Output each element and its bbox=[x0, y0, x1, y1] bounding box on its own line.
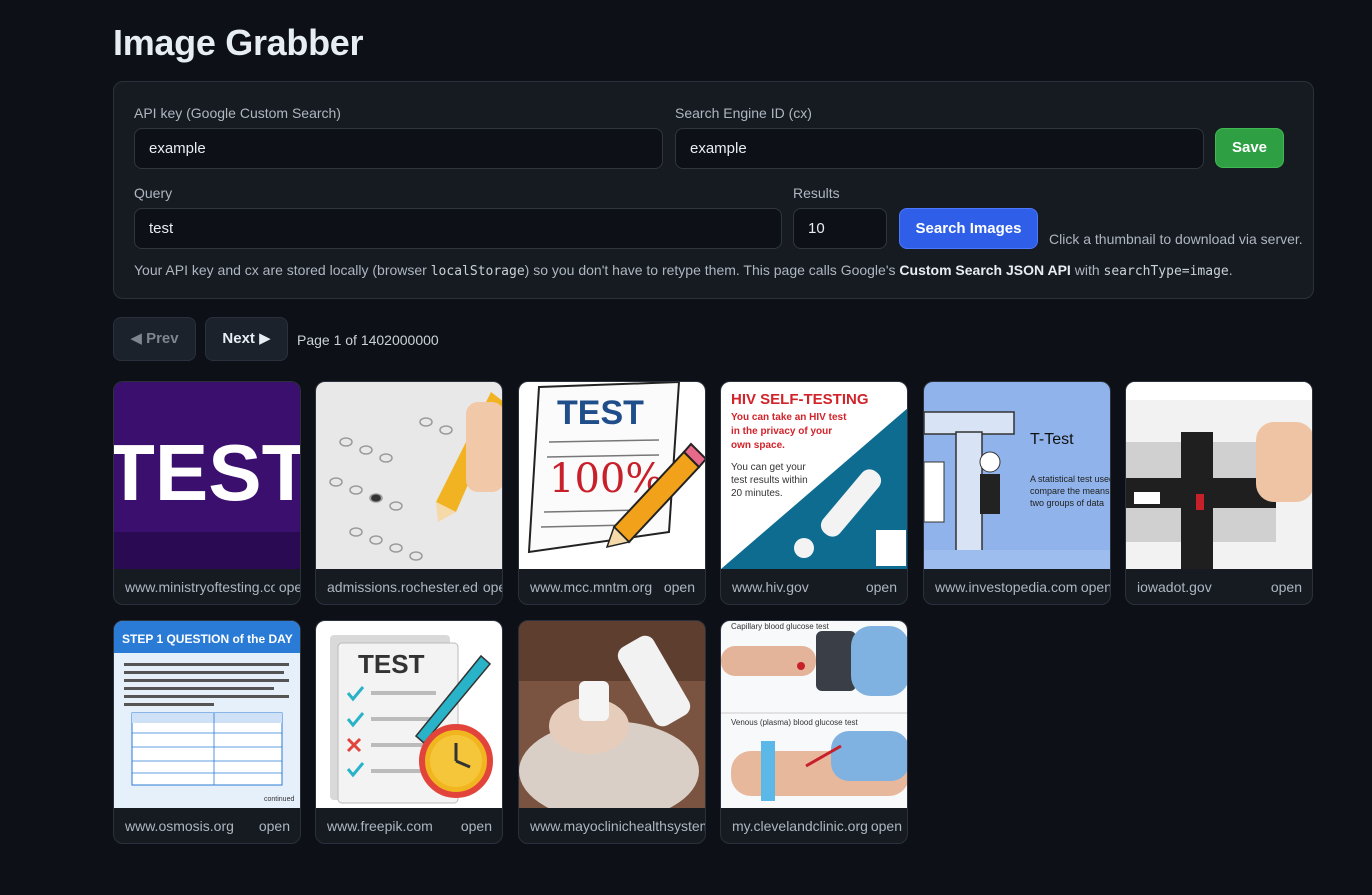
result-thumbnail[interactable]: TEST bbox=[316, 621, 502, 808]
open-link[interactable]: open bbox=[1076, 569, 1110, 604]
svg-text:A statistical test used to: A statistical test used to bbox=[1030, 474, 1111, 484]
result-thumbnail[interactable]: STEP 1 QUESTION of the DAY continued bbox=[114, 621, 300, 808]
svg-text:continued: continued bbox=[264, 796, 294, 803]
open-link[interactable]: open bbox=[1266, 569, 1302, 604]
open-link[interactable]: open bbox=[254, 808, 290, 843]
svg-text:You can get your: You can get your bbox=[731, 462, 806, 473]
result-thumbnail[interactable] bbox=[316, 382, 502, 569]
page-title: Image Grabber bbox=[113, 22, 364, 63]
note-code-searchtype: searchType=image bbox=[1103, 264, 1229, 279]
thumb-text: T-Test bbox=[1030, 431, 1074, 448]
query-input[interactable]: test bbox=[134, 208, 782, 249]
svg-text:Venous (plasma) blood glucose: Venous (plasma) blood glucose test bbox=[731, 718, 859, 727]
result-card[interactable]: Capillary blood glucose test Venous (pla… bbox=[720, 620, 908, 844]
svg-text:compare the means of: compare the means of bbox=[1030, 486, 1111, 496]
prev-button[interactable]: ◀ Prev bbox=[113, 317, 196, 361]
svg-text:own space.: own space. bbox=[731, 440, 785, 451]
open-link[interactable]: open bbox=[478, 569, 502, 604]
open-link[interactable]: open bbox=[861, 569, 897, 604]
thumb-text: TEST bbox=[557, 394, 644, 432]
result-card[interactable]: TEST www.freepik.com open bbox=[315, 620, 503, 844]
svg-text:20 minutes.: 20 minutes. bbox=[731, 488, 783, 499]
results-label: Results bbox=[793, 185, 840, 201]
result-domain: www.mayoclinichealthsystem.org bbox=[530, 818, 705, 834]
api-key-label: API key (Google Custom Search) bbox=[134, 105, 341, 121]
result-thumbnail[interactable]: Capillary blood glucose test Venous (pla… bbox=[721, 621, 907, 808]
query-label: Query bbox=[134, 185, 173, 201]
settings-panel: API key (Google Custom Search) example S… bbox=[113, 81, 1314, 299]
thumb-text: TEST bbox=[114, 428, 301, 517]
page-indicator: Page 1 of 1402000000 bbox=[297, 332, 439, 348]
thumb-text: TEST bbox=[358, 649, 425, 679]
result-card[interactable]: TEST 100% www.mcc.mntm.org open bbox=[518, 381, 706, 605]
open-link[interactable]: open bbox=[866, 808, 902, 843]
result-thumbnail[interactable] bbox=[1126, 382, 1312, 569]
svg-text:Capillary blood glucose test: Capillary blood glucose test bbox=[731, 622, 830, 631]
result-card[interactable]: STEP 1 QUESTION of the DAY continued www… bbox=[113, 620, 301, 844]
result-card[interactable]: iowadot.gov open bbox=[1125, 381, 1313, 605]
search-images-button[interactable]: Search Images bbox=[899, 208, 1038, 249]
svg-text:test results within: test results within bbox=[731, 475, 808, 486]
note-code-localstorage: localStorage bbox=[430, 264, 525, 279]
result-card[interactable]: TEST www.ministryoftesting.com open bbox=[113, 381, 301, 605]
thumb-text: HIV SELF-TESTING bbox=[731, 391, 869, 408]
results-input[interactable]: 10 bbox=[793, 208, 887, 249]
result-card[interactable]: HIV SELF-TESTING You can take an HIV tes… bbox=[720, 381, 908, 605]
cx-input[interactable]: example bbox=[675, 128, 1204, 169]
svg-text:You can take an HIV test: You can take an HIV test bbox=[731, 412, 847, 423]
result-card[interactable]: admissions.rochester.edu open bbox=[315, 381, 503, 605]
cx-label: Search Engine ID (cx) bbox=[675, 105, 812, 121]
result-domain: www.ministryoftesting.com bbox=[125, 579, 290, 595]
download-hint: Click a thumbnail to download via server… bbox=[1049, 231, 1303, 247]
svg-text:two groups of data: two groups of data bbox=[1030, 498, 1104, 508]
note-api-name: Custom Search JSON API bbox=[899, 262, 1071, 278]
result-domain: admissions.rochester.edu bbox=[327, 579, 486, 595]
result-thumbnail[interactable]: TEST bbox=[114, 382, 301, 569]
svg-text:in the privacy of your: in the privacy of your bbox=[731, 426, 832, 437]
result-thumbnail[interactable]: HIV SELF-TESTING You can take an HIV tes… bbox=[721, 382, 907, 569]
result-card[interactable]: T-Test A statistical test used to compar… bbox=[923, 381, 1111, 605]
api-key-input[interactable]: example bbox=[134, 128, 663, 169]
result-thumbnail[interactable]: TEST 100% bbox=[519, 382, 705, 569]
note-text: with bbox=[1070, 262, 1104, 278]
open-link[interactable]: open bbox=[274, 569, 300, 604]
note-text: . bbox=[1228, 262, 1233, 278]
note-text: Your API key and cx are stored locally (… bbox=[134, 262, 431, 278]
storage-note: Your API key and cx are stored locally (… bbox=[134, 262, 1233, 279]
open-link[interactable]: open bbox=[456, 808, 492, 843]
result-card[interactable]: www.mayoclinichealthsystem.org bbox=[518, 620, 706, 844]
open-link[interactable]: open bbox=[659, 569, 695, 604]
note-text: ) so you don't have to retype them. This… bbox=[524, 262, 900, 278]
result-thumbnail[interactable]: T-Test A statistical test used to compar… bbox=[924, 382, 1111, 569]
result-thumbnail[interactable] bbox=[519, 621, 705, 808]
next-button[interactable]: Next ▶ bbox=[205, 317, 288, 361]
thumb-text: STEP 1 QUESTION of the DAY bbox=[122, 632, 293, 646]
save-button[interactable]: Save bbox=[1215, 128, 1284, 168]
